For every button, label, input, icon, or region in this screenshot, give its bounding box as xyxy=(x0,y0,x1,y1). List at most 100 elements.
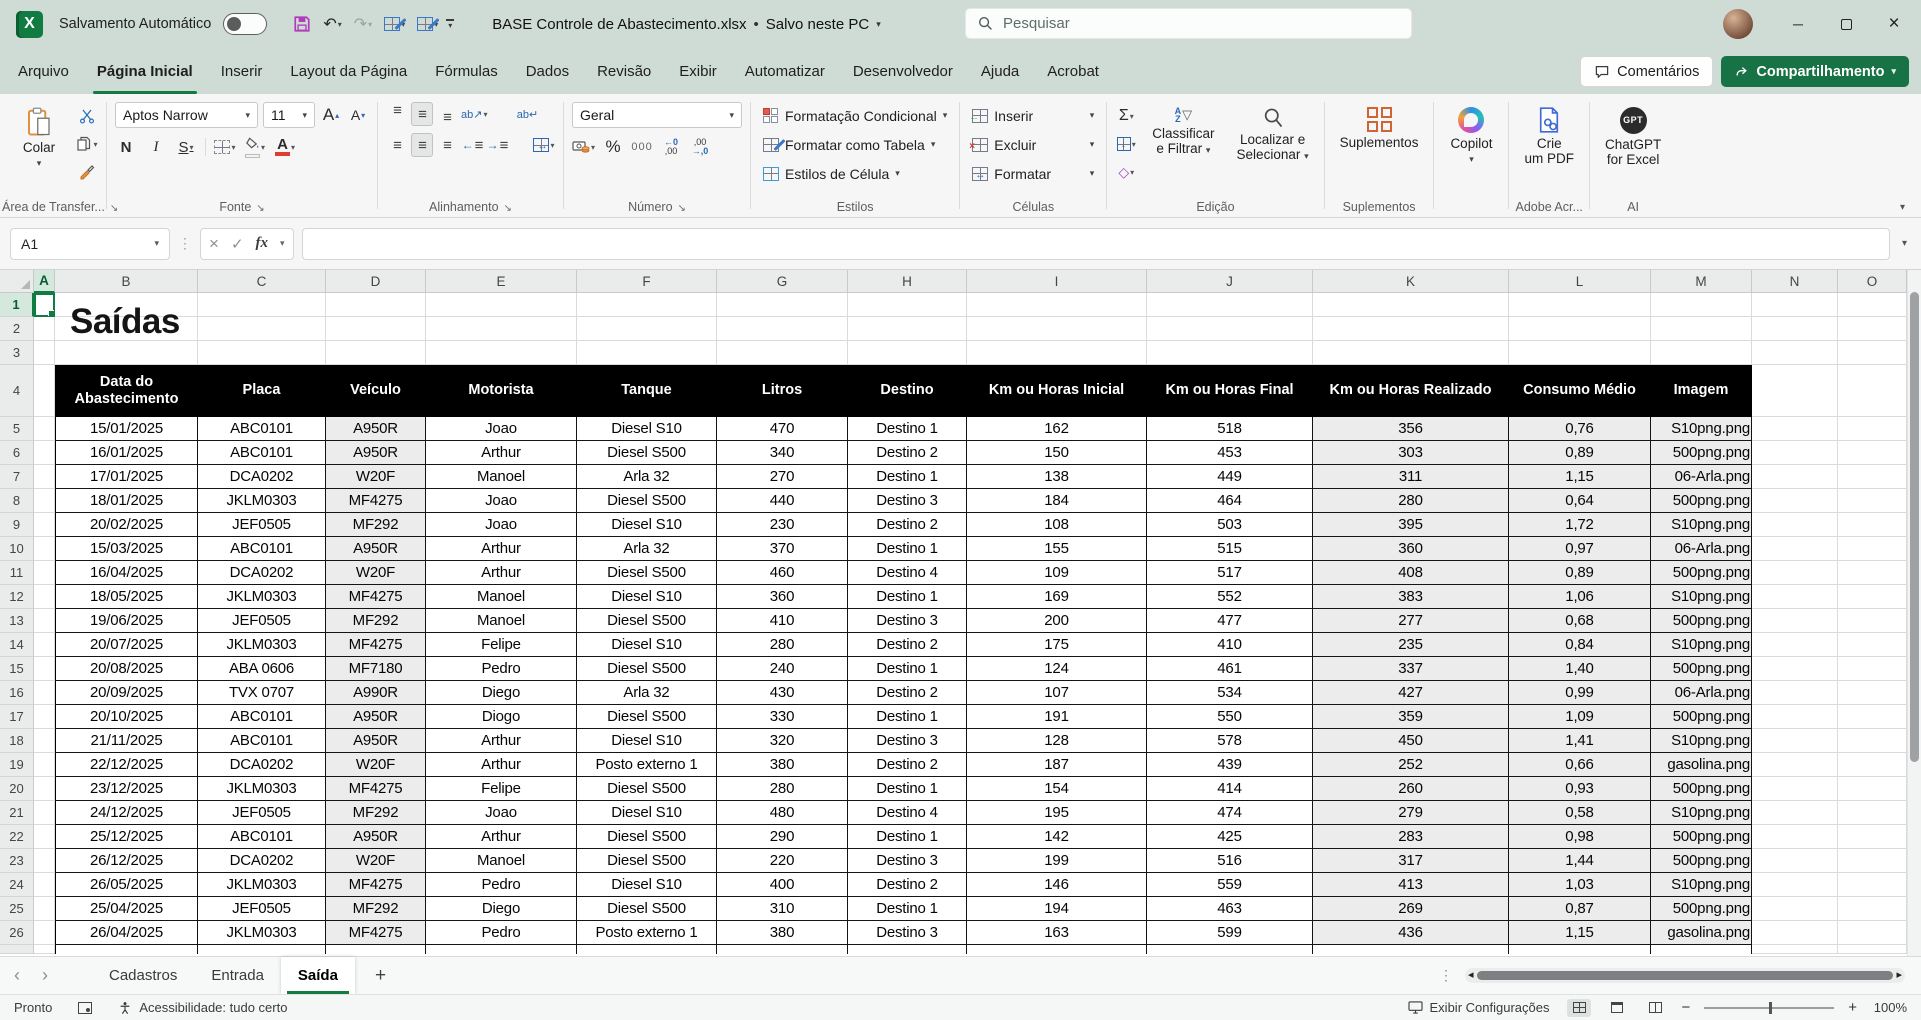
cell-E1[interactable] xyxy=(426,293,577,317)
cell-K13[interactable]: 277 xyxy=(1313,609,1509,633)
table-header-1[interactable]: Data do Abastecimento xyxy=(55,365,198,417)
cell-I8[interactable]: 184 xyxy=(967,489,1147,513)
cell-E27[interactable] xyxy=(426,945,577,954)
row-header-12[interactable]: 12 xyxy=(0,585,34,609)
tab-options-icon[interactable]: ⋮ xyxy=(1439,967,1453,984)
cell-H13[interactable]: Destino 3 xyxy=(848,609,967,633)
cell-N13[interactable] xyxy=(1752,609,1838,633)
cell-K17[interactable]: 359 xyxy=(1313,705,1509,729)
row-header-14[interactable]: 14 xyxy=(0,633,34,657)
row-header-16[interactable]: 16 xyxy=(0,681,34,705)
cell-N21[interactable] xyxy=(1752,801,1838,825)
addins-button[interactable]: Suplementos xyxy=(1333,102,1426,155)
cell-D3[interactable] xyxy=(326,341,426,365)
cell-I1[interactable] xyxy=(967,293,1147,317)
cell-E16[interactable]: Diego xyxy=(426,681,577,705)
table-header-3[interactable]: Veículo xyxy=(326,365,426,417)
cell-O19[interactable] xyxy=(1838,753,1907,777)
cell-E26[interactable]: Pedro xyxy=(426,921,577,945)
cell-J3[interactable] xyxy=(1147,341,1313,365)
cell-C15[interactable]: ABA 0606 xyxy=(198,657,326,681)
cell-C6[interactable]: ABC0101 xyxy=(198,441,326,465)
cell-J23[interactable]: 516 xyxy=(1147,849,1313,873)
cell-I23[interactable]: 199 xyxy=(967,849,1147,873)
cell-O26[interactable] xyxy=(1838,921,1907,945)
collapse-ribbon-button[interactable]: ▾ xyxy=(1900,202,1905,213)
cell-A23[interactable] xyxy=(34,849,55,873)
cell-E20[interactable]: Felipe xyxy=(426,777,577,801)
cell-A2[interactable] xyxy=(34,317,55,341)
cell-A13[interactable] xyxy=(34,609,55,633)
cell-J11[interactable]: 517 xyxy=(1147,561,1313,585)
cell-C27[interactable] xyxy=(198,945,326,954)
cell-K2[interactable] xyxy=(1313,317,1509,341)
col-header-N[interactable]: N xyxy=(1752,270,1838,293)
row-header-21[interactable]: 21 xyxy=(0,801,34,825)
cell-N3[interactable] xyxy=(1752,341,1838,365)
cell-G3[interactable] xyxy=(717,341,848,365)
cell-I27[interactable] xyxy=(967,945,1147,954)
cell-H18[interactable]: Destino 3 xyxy=(848,729,967,753)
row-header-25[interactable]: 25 xyxy=(0,897,34,921)
merge-center-button[interactable]: ↔ ▾ xyxy=(533,133,555,157)
cell-L9[interactable]: 1,72 xyxy=(1509,513,1651,537)
cell-B11[interactable]: 16/04/2025 xyxy=(55,561,198,585)
cell-K21[interactable]: 279 xyxy=(1313,801,1509,825)
cell-K27[interactable] xyxy=(1313,945,1509,954)
cell-M23[interactable]: 500png.png xyxy=(1651,849,1752,873)
horizontal-scrollbar[interactable]: ◂ ▸ xyxy=(1465,968,1905,983)
cell-A6[interactable] xyxy=(34,441,55,465)
insert-function-button[interactable]: fx xyxy=(256,235,269,252)
cell-D21[interactable]: MF292 xyxy=(326,801,426,825)
cell-M6[interactable]: 500png.png xyxy=(1651,441,1752,465)
cell-M24[interactable]: S10png.png xyxy=(1651,873,1752,897)
increase-font-button[interactable]: A▴ xyxy=(320,103,342,127)
ribbon-tab-inserir[interactable]: Inserir xyxy=(207,48,277,94)
display-settings-button[interactable]: Exibir Configurações xyxy=(1408,1000,1550,1015)
cell-A18[interactable] xyxy=(34,729,55,753)
cell-I17[interactable]: 191 xyxy=(967,705,1147,729)
cell-C12[interactable]: JKLM0303 xyxy=(198,585,326,609)
row-header-13[interactable]: 13 xyxy=(0,609,34,633)
cell-N24[interactable] xyxy=(1752,873,1838,897)
col-header-L[interactable]: L xyxy=(1509,270,1651,293)
cell-I22[interactable]: 142 xyxy=(967,825,1147,849)
cell-B27[interactable] xyxy=(55,945,198,954)
cell-N2[interactable] xyxy=(1752,317,1838,341)
cell-A24[interactable] xyxy=(34,873,55,897)
decrease-indent-button[interactable]: ←≡ xyxy=(461,133,483,157)
cell-H17[interactable]: Destino 1 xyxy=(848,705,967,729)
cell-C25[interactable]: JEF0505 xyxy=(198,897,326,921)
decrease-font-button[interactable]: A▾ xyxy=(347,103,369,127)
cell-B16[interactable]: 20/09/2025 xyxy=(55,681,198,705)
cell-G22[interactable]: 290 xyxy=(717,825,848,849)
cell-O27[interactable] xyxy=(1838,945,1907,954)
search-input[interactable] xyxy=(1003,15,1399,32)
cell-N9[interactable] xyxy=(1752,513,1838,537)
cell-H1[interactable] xyxy=(848,293,967,317)
cell-N27[interactable] xyxy=(1752,945,1838,954)
cell-M15[interactable]: 500png.png xyxy=(1651,657,1752,681)
cell-A10[interactable] xyxy=(34,537,55,561)
cell-D10[interactable]: A950R xyxy=(326,537,426,561)
cell-B9[interactable]: 20/02/2025 xyxy=(55,513,198,537)
row-header-10[interactable]: 10 xyxy=(0,537,34,561)
cell-A7[interactable] xyxy=(34,465,55,489)
cell-C18[interactable]: ABC0101 xyxy=(198,729,326,753)
cell-K26[interactable]: 436 xyxy=(1313,921,1509,945)
cell-M8[interactable]: 500png.png xyxy=(1651,489,1752,513)
row-header-20[interactable]: 20 xyxy=(0,777,34,801)
align-top-button[interactable]: ≡ xyxy=(386,102,408,126)
cell-I9[interactable]: 108 xyxy=(967,513,1147,537)
cell-D18[interactable]: A950R xyxy=(326,729,426,753)
cell-B1[interactable] xyxy=(55,293,198,317)
cell-L14[interactable]: 0,84 xyxy=(1509,633,1651,657)
cell-E23[interactable]: Manoel xyxy=(426,849,577,873)
qat-table-tool-2[interactable]: ▾ xyxy=(413,14,442,34)
cell-I2[interactable] xyxy=(967,317,1147,341)
row-header-1[interactable]: 1 xyxy=(0,293,34,317)
cell-C13[interactable]: JEF0505 xyxy=(198,609,326,633)
cell-A15[interactable] xyxy=(34,657,55,681)
redo-button[interactable]: ↷▾ xyxy=(350,11,376,37)
cell-J20[interactable]: 414 xyxy=(1147,777,1313,801)
